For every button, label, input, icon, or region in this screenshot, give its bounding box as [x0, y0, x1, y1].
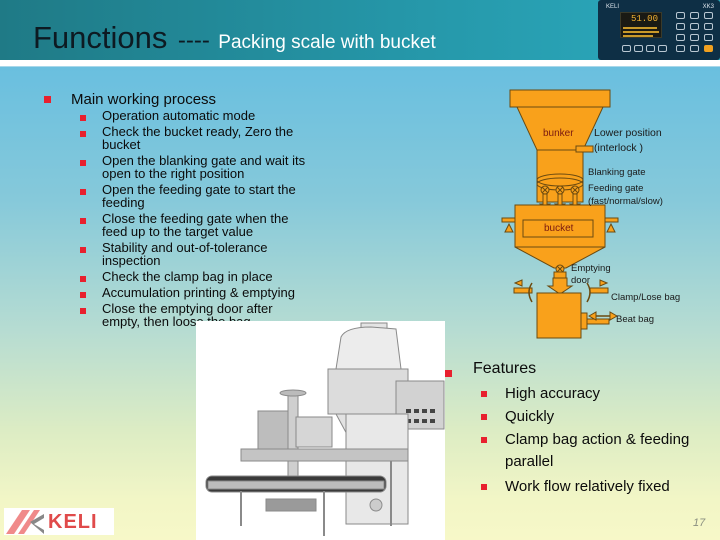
clamp-arm-right: [589, 287, 609, 294]
bullet-icon: [80, 308, 86, 314]
indicator-key: [622, 45, 631, 52]
bunker-label: bunker: [543, 128, 574, 139]
indicator-key: [690, 34, 699, 41]
display-row: [623, 35, 653, 37]
sewing-machine: [257, 410, 289, 452]
process-step: feed up to the target value: [102, 224, 254, 239]
process-step: Operation automatic mode: [102, 108, 256, 123]
process-step: feeding: [102, 195, 145, 210]
indicator-key: [704, 23, 713, 30]
emptying-label: Emptying: [571, 263, 611, 274]
clamp-label: Clamp/Lose bag: [611, 292, 681, 303]
beat-bag-label: Beat bag: [616, 314, 655, 325]
bullet-icon: [481, 437, 487, 443]
indicator-key: [690, 45, 699, 52]
keli-logo: KELI: [4, 508, 114, 535]
indicator-display: 51.00: [620, 12, 662, 38]
indicator-key: [646, 45, 655, 52]
conveyor-frame: [207, 480, 385, 490]
bucket-label: bucket: [544, 223, 574, 234]
process-diagram: bunker Lower position (interlock ) Blank…: [490, 80, 720, 340]
indicator-key: [676, 23, 685, 30]
indicator-key-enter: [704, 45, 713, 52]
indicator-readout: 51.00: [630, 14, 658, 24]
support-left: [504, 222, 514, 233]
interlock-sensor: [575, 145, 594, 153]
features-heading: Features: [473, 360, 537, 377]
bullet-icon: [481, 484, 487, 490]
indicator-model: XK3: [702, 4, 714, 10]
blanking-gate-label: Blanking gate: [588, 167, 646, 178]
clamp-arrow-left: [513, 279, 523, 287]
clamp-arrow-right: [599, 279, 609, 287]
display-row: [623, 27, 657, 29]
door-label: door: [571, 275, 591, 286]
title-separator: ----: [177, 27, 210, 54]
bullet-icon: [80, 292, 86, 298]
beater-head: [580, 312, 588, 330]
bullet-icon: [80, 131, 86, 137]
bag: [536, 292, 582, 339]
bunker-rim: [509, 89, 611, 108]
process-step: open to the right position: [102, 166, 245, 181]
feature-item: parallel: [505, 453, 554, 470]
indicator-key: [658, 45, 667, 52]
bullet-icon: [445, 370, 452, 377]
support-right: [606, 222, 616, 233]
bullet-icon: [80, 189, 86, 195]
bullet-icon: [44, 96, 51, 103]
emptying-neck: [553, 271, 567, 279]
beater-arm: [586, 318, 610, 325]
weighing-indicator-image: KELI XK3 51.00: [598, 0, 720, 60]
bullet-icon: [80, 160, 86, 166]
indicator-key: [676, 34, 685, 41]
process-step: Check the clamp bag in place: [102, 269, 273, 284]
bullet-icon: [80, 276, 86, 282]
hopper-top: [335, 326, 402, 370]
load-cell-right: [604, 217, 619, 223]
machine-illustration: [205, 322, 445, 536]
indicator-brand: KELI: [606, 4, 620, 10]
diagram-graphic: [501, 89, 619, 339]
title-subtitle: Packing scale with bucket: [218, 32, 436, 53]
title-main: Functions: [33, 20, 168, 55]
bullet-icon: [80, 218, 86, 224]
sewing-control-box: [295, 416, 333, 448]
discharge-arrow: [546, 277, 574, 295]
indicator-key: [704, 12, 713, 19]
indicator-key: [634, 45, 643, 52]
display-row: [623, 31, 659, 33]
indicator-key: [676, 45, 685, 52]
page-title: Functions ---- Packing scale with bucket: [33, 20, 436, 56]
conveyor-base: [265, 498, 317, 512]
conveyor-motor: [369, 498, 383, 512]
indicator-key: [704, 34, 713, 41]
handwheel: [279, 389, 307, 397]
indicator-key: [690, 12, 699, 19]
bullet-icon: [80, 115, 86, 121]
packing-scale-photo: [196, 321, 445, 540]
indicator-key: [690, 23, 699, 30]
process-step: Accumulation printing & emptying: [102, 285, 295, 300]
interlock-label: (interlock ): [594, 142, 644, 154]
page-number: 17: [693, 517, 706, 529]
feature-item: High accuracy: [505, 385, 601, 402]
load-cell-left: [501, 217, 516, 223]
feature-item: Quickly: [505, 408, 555, 425]
feeding-gate-label: Feeding gate: [588, 183, 644, 194]
process-step: inspection: [102, 253, 161, 268]
belt-guard: [240, 448, 409, 462]
logo-text: KELI: [48, 511, 98, 533]
bullet-icon: [481, 391, 487, 397]
lower-position-label: Lower position: [594, 127, 662, 139]
bullet-icon: [80, 247, 86, 253]
indicator-key: [676, 12, 685, 19]
process-heading: Main working process: [71, 91, 217, 108]
feeding-modes-label: (fast/normal/slow): [588, 196, 663, 207]
title-divider-accent: [0, 66, 720, 67]
feature-item: Work flow relatively fixed: [505, 478, 670, 495]
feature-item: Clamp bag action & feeding: [505, 431, 690, 448]
bullet-icon: [481, 414, 487, 420]
process-step: bucket: [102, 137, 141, 152]
